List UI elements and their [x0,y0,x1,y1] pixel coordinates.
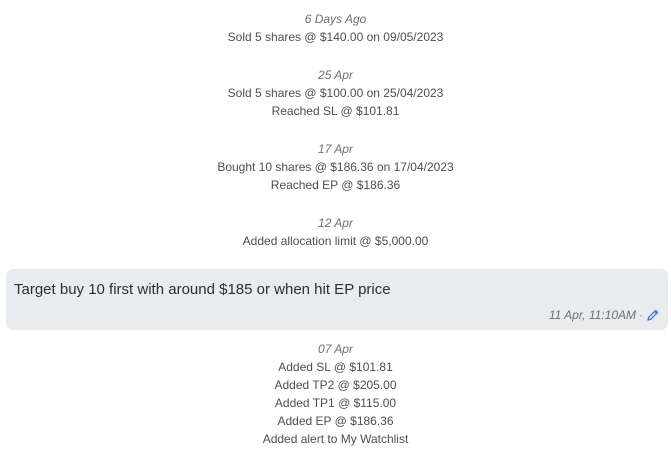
event-date: 25 Apr [318,68,353,82]
activity-event: 6 Days Ago Sold 5 shares @ $140.00 on 09… [0,10,671,46]
activity-event: 17 Apr Bought 10 shares @ $186.36 on 17/… [0,140,671,194]
pencil-icon-glyph [647,309,659,321]
event-date: 07 Apr [318,342,353,356]
event-line: Added TP1 @ $115.00 [274,396,397,410]
event-date: 6 Days Ago [304,12,367,26]
note-meta: 11 Apr, 11:10AM · [549,307,660,323]
event-line: Reached SL @ $101.81 [271,104,400,118]
activity-feed: 6 Days Ago Sold 5 shares @ $140.00 on 09… [0,0,671,458]
event-line: Added alert to My Watchlist [262,432,409,446]
event-line: Added SL @ $101.81 [278,360,393,374]
event-line: Added EP @ $186.36 [277,414,394,428]
event-date: 12 Apr [318,216,353,230]
note-timestamp: 11 Apr, 11:10AM [548,308,636,322]
event-line: Bought 10 shares @ $186.36 on 17/04/2023 [217,160,454,174]
event-line: Added TP2 @ $205.00 [274,378,397,392]
event-line: Sold 5 shares @ $140.00 on 09/05/2023 [227,30,444,44]
activity-event: 12 Apr Added allocation limit @ $5,000.0… [0,214,671,250]
pencil-icon[interactable] [646,308,660,322]
event-date: 17 Apr [318,142,353,156]
activity-event: 25 Apr Sold 5 shares @ $100.00 on 25/04/… [0,66,671,120]
event-line: Reached EP @ $186.36 [270,178,401,192]
meta-separator: · [639,308,643,322]
note-card: Target buy 10 first with around $185 or … [6,269,668,330]
event-line: Added allocation limit @ $5,000.00 [242,234,429,248]
activity-event: 07 Apr Added SL @ $101.81 Added TP2 @ $2… [0,340,671,448]
event-line: Sold 5 shares @ $100.00 on 25/04/2023 [227,86,444,100]
note-text: Target buy 10 first with around $185 or … [14,281,391,298]
